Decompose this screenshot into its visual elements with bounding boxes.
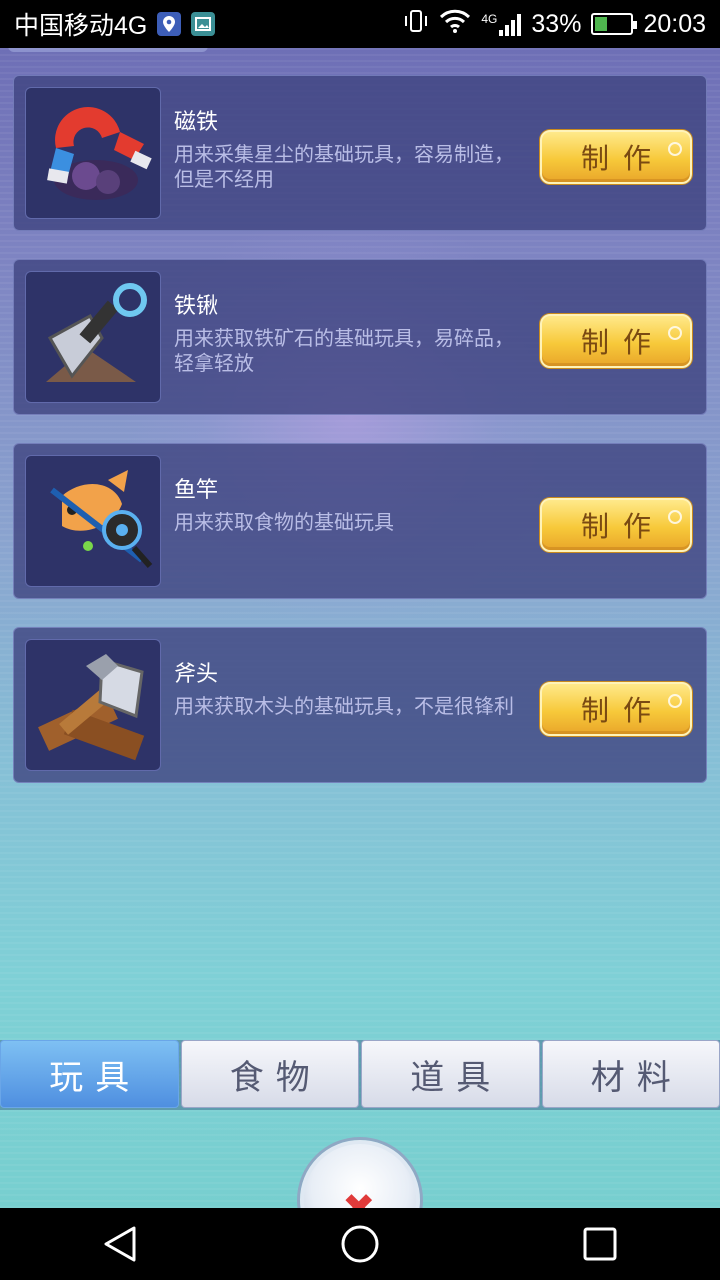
tab-toys[interactable]: 玩具 xyxy=(0,1040,179,1108)
carrier-label: 中国移动4G xyxy=(14,12,148,40)
signal-icon xyxy=(499,12,522,36)
home-icon[interactable] xyxy=(330,1214,390,1274)
make-button-label: 制作 xyxy=(580,142,665,175)
close-icon: ✖ xyxy=(342,1186,376,1208)
location-icon xyxy=(157,12,182,36)
item-title: 鱼竿 xyxy=(174,478,219,503)
magnet-icon xyxy=(25,87,161,219)
crafting-panel: 磁铁 用来采集星尘的基础玩具，容易制造，但是不经用 制作 铁锹 用来获取铁矿石的… xyxy=(0,48,720,1208)
tab-props[interactable]: 道具 xyxy=(361,1040,540,1108)
make-button-label: 制作 xyxy=(580,694,665,727)
item-description: 用来采集星尘的基础玩具，容易制造，但是不经用 xyxy=(174,142,514,191)
item-card-fishing-rod: 鱼竿 用来获取食物的基础玩具 制作 xyxy=(13,443,707,599)
image-icon xyxy=(191,12,216,36)
tab-food[interactable]: 食物 xyxy=(180,1040,359,1108)
item-card-axe: 斧头 用来获取木头的基础玩具，不是很锋利 制作 xyxy=(13,627,707,783)
item-description: 用来获取铁矿石的基础玩具，易碎品，轻拿轻放 xyxy=(174,326,514,375)
item-title: 铁锹 xyxy=(174,294,219,319)
navigation-bar xyxy=(0,1208,720,1280)
axe-icon xyxy=(25,639,161,771)
item-description: 用来获取木头的基础玩具，不是很锋利 xyxy=(174,694,514,718)
tab-materials[interactable]: 材料 xyxy=(541,1040,720,1108)
item-title: 斧头 xyxy=(174,662,219,687)
item-card-magnet: 磁铁 用来采集星尘的基础玩具，容易制造，但是不经用 制作 xyxy=(13,75,707,231)
battery-charging-icon xyxy=(591,13,638,35)
item-title: 磁铁 xyxy=(174,110,219,135)
shovel-icon xyxy=(25,271,161,403)
back-icon[interactable] xyxy=(90,1214,150,1274)
make-button[interactable]: 制作 xyxy=(540,682,692,736)
network-type-badge: 4G xyxy=(481,12,498,26)
close-button[interactable]: ✖ xyxy=(300,1140,420,1208)
make-button[interactable]: 制作 xyxy=(540,314,692,368)
status-bar: 中国移动4G 4G 33% 20:03 xyxy=(0,0,720,48)
make-button-label: 制作 xyxy=(580,510,665,543)
battery-percent: 33% xyxy=(531,9,582,38)
vibrate-icon xyxy=(403,9,429,40)
wifi-icon xyxy=(439,9,471,40)
clock: 20:03 xyxy=(643,9,706,38)
category-tabs: 玩具 食物 道具 材料 xyxy=(0,1040,720,1110)
recents-icon[interactable] xyxy=(570,1214,630,1274)
item-card-shovel: 铁锹 用来获取铁矿石的基础玩具，易碎品，轻拿轻放 制作 xyxy=(13,259,707,415)
fishing-rod-icon xyxy=(25,455,161,587)
make-button[interactable]: 制作 xyxy=(540,130,692,184)
item-description: 用来获取食物的基础玩具 xyxy=(174,510,394,534)
make-button[interactable]: 制作 xyxy=(540,498,692,552)
make-button-label: 制作 xyxy=(580,326,665,359)
